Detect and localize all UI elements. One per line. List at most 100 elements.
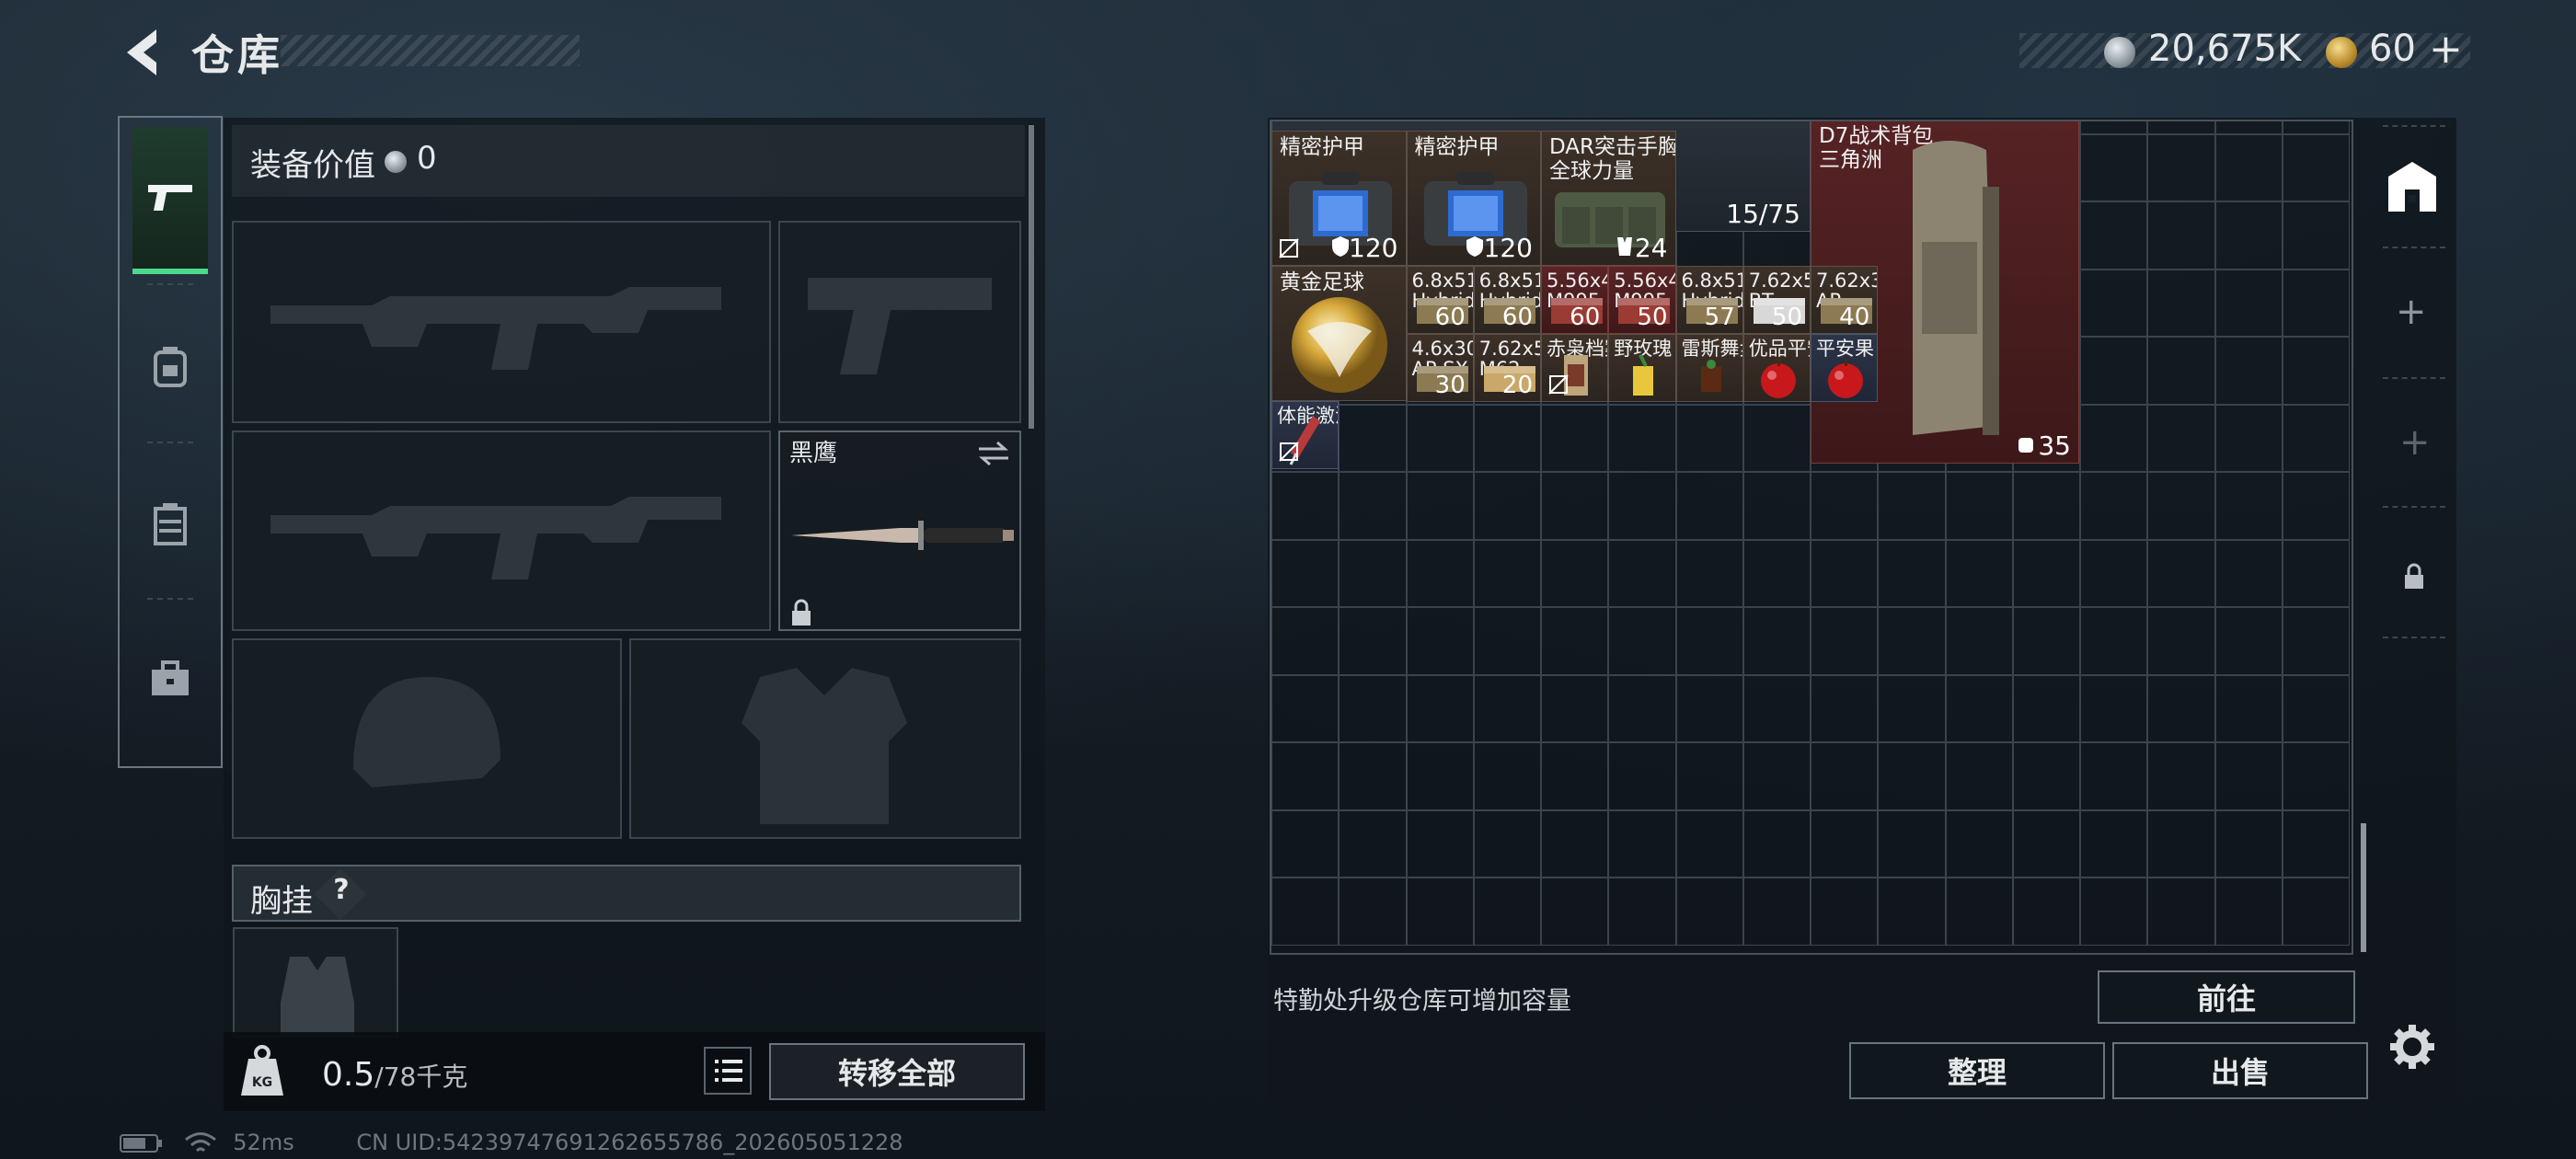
tab-weapons[interactable] <box>132 127 208 274</box>
grid-cell[interactable] <box>1945 607 2013 675</box>
grid-cell[interactable] <box>2214 674 2283 742</box>
grid-cell[interactable] <box>1608 404 1676 472</box>
grid-cell[interactable] <box>1811 472 1879 540</box>
grid-cell[interactable] <box>1541 809 1609 878</box>
grid-cell[interactable] <box>2147 539 2215 607</box>
grid-cell[interactable] <box>2147 404 2215 472</box>
grid-cell[interactable] <box>1742 742 1811 810</box>
grid-cell[interactable] <box>1811 674 1879 742</box>
grid-cell[interactable] <box>2080 121 2148 134</box>
inventory-item[interactable]: DAR突击手胸挂 全球力量 24 <box>1541 131 1676 266</box>
grid-cell[interactable] <box>2147 269 2215 337</box>
grid-cell[interactable] <box>2214 201 2283 270</box>
grid-cell[interactable] <box>1541 674 1609 742</box>
grid-cell[interactable] <box>1271 878 1340 946</box>
tab-chest-rig[interactable] <box>132 451 208 598</box>
body-armor-slot[interactable] <box>629 638 1021 839</box>
grid-cell[interactable] <box>2214 121 2283 134</box>
inventory-item[interactable]: 7.62x51 M6220 <box>1473 334 1541 402</box>
grid-cell[interactable] <box>1406 878 1474 946</box>
grid-cell[interactable] <box>2214 742 2283 810</box>
grid-cell[interactable] <box>1339 742 1407 810</box>
grid-cell[interactable] <box>2012 472 2080 540</box>
tab-backpack[interactable] <box>132 293 208 440</box>
list-view-button[interactable] <box>704 1047 752 1095</box>
grid-cell[interactable] <box>2147 607 2215 675</box>
grid-cell[interactable] <box>2282 121 2350 134</box>
grid-cell[interactable] <box>2080 809 2148 878</box>
inventory-item[interactable]: 5.56x45 M99550 <box>1608 266 1676 334</box>
add-storage-tab-plus-icon[interactable]: + <box>2396 291 2427 333</box>
grid-cell[interactable] <box>2214 607 2283 675</box>
grid-cell[interactable] <box>1473 607 1541 675</box>
transfer-all-button[interactable]: 转移全部 <box>769 1043 1025 1100</box>
grid-cell[interactable] <box>2147 337 2215 405</box>
grid-cell[interactable] <box>1742 539 1811 607</box>
grid-cell[interactable] <box>1608 607 1676 675</box>
grid-cell[interactable] <box>2080 472 2148 540</box>
goto-button[interactable]: 前往 <box>2098 970 2355 1024</box>
grid-cell[interactable] <box>2012 539 2080 607</box>
helmet-slot[interactable] <box>232 638 622 839</box>
grid-cell[interactable] <box>2147 133 2215 201</box>
grid-cell[interactable] <box>2080 201 2148 270</box>
inventory-item[interactable]: 6.8x51 Hybrid57 <box>1675 266 1743 334</box>
grid-cell[interactable] <box>2080 133 2148 201</box>
inventory-item[interactable]: 优品平安果 <box>1742 334 1811 402</box>
grid-cell[interactable] <box>2214 337 2283 405</box>
grid-cell[interactable] <box>1742 404 1811 472</box>
grid-cell[interactable] <box>2080 539 2148 607</box>
grid-cell[interactable] <box>1675 878 1743 946</box>
inventory-item[interactable]: 雷斯舞步 <box>1675 334 1743 402</box>
grid-cell[interactable] <box>1608 742 1676 810</box>
grid-cell[interactable] <box>1608 809 1676 878</box>
grid-cell[interactable] <box>2147 878 2215 946</box>
grid-cell[interactable] <box>2282 201 2350 270</box>
grid-cell[interactable] <box>1339 404 1407 472</box>
grid-cell[interactable] <box>1541 607 1609 675</box>
grid-cell[interactable] <box>2080 674 2148 742</box>
grid-cell[interactable] <box>1473 878 1541 946</box>
swap-icon[interactable] <box>977 440 1010 467</box>
grid-cell[interactable] <box>1541 472 1609 540</box>
grid-cell[interactable] <box>1541 742 1609 810</box>
grid-cell[interactable] <box>2282 674 2350 742</box>
grid-cell[interactable] <box>1271 809 1340 878</box>
tab-case[interactable] <box>132 605 208 752</box>
add-currency-plus-icon[interactable]: + <box>2429 26 2463 73</box>
grid-cell[interactable] <box>1878 674 1946 742</box>
grid-cell[interactable] <box>1675 674 1743 742</box>
grid-cell[interactable] <box>2080 878 2148 946</box>
grid-cell[interactable] <box>2147 121 2215 134</box>
grid-cell[interactable] <box>1406 539 1474 607</box>
grid-cell[interactable] <box>1675 472 1743 540</box>
grid-cell[interactable] <box>1608 878 1676 946</box>
grid-cell[interactable] <box>1945 809 2013 878</box>
grid-cell[interactable] <box>2214 539 2283 607</box>
melee-slot[interactable]: 黑鹰 <box>778 430 1021 631</box>
grid-cell[interactable] <box>1339 607 1407 675</box>
grid-cell[interactable] <box>2012 878 2080 946</box>
grid-cell[interactable] <box>1675 607 1743 675</box>
grid-cell[interactable] <box>1406 742 1474 810</box>
grid-cell[interactable] <box>1271 539 1340 607</box>
inventory-item[interactable]: 野玫瑰 <box>1608 334 1676 402</box>
inventory-item[interactable]: 精密护甲 120 <box>1406 131 1541 266</box>
grid-cell[interactable] <box>1541 878 1609 946</box>
grid-cell[interactable] <box>1541 404 1609 472</box>
grid-cell[interactable] <box>1945 878 2013 946</box>
grid-cell[interactable] <box>1878 878 1946 946</box>
grid-cell[interactable] <box>1339 809 1407 878</box>
settings-gear-icon[interactable] <box>2388 1023 2436 1074</box>
grid-cell[interactable] <box>2282 337 2350 405</box>
grid-cell[interactable] <box>2282 539 2350 607</box>
grid-cell[interactable] <box>2214 809 2283 878</box>
grid-cell[interactable] <box>2282 404 2350 472</box>
inventory-item[interactable]: 7.62x54R BT50 <box>1742 266 1811 334</box>
grid-cell[interactable] <box>2214 878 2283 946</box>
grid-cell[interactable] <box>2012 674 2080 742</box>
grid-cell[interactable] <box>1878 539 1946 607</box>
grid-cell[interactable] <box>2282 133 2350 201</box>
grid-cell[interactable] <box>2147 674 2215 742</box>
grid-cell[interactable] <box>1406 472 1474 540</box>
